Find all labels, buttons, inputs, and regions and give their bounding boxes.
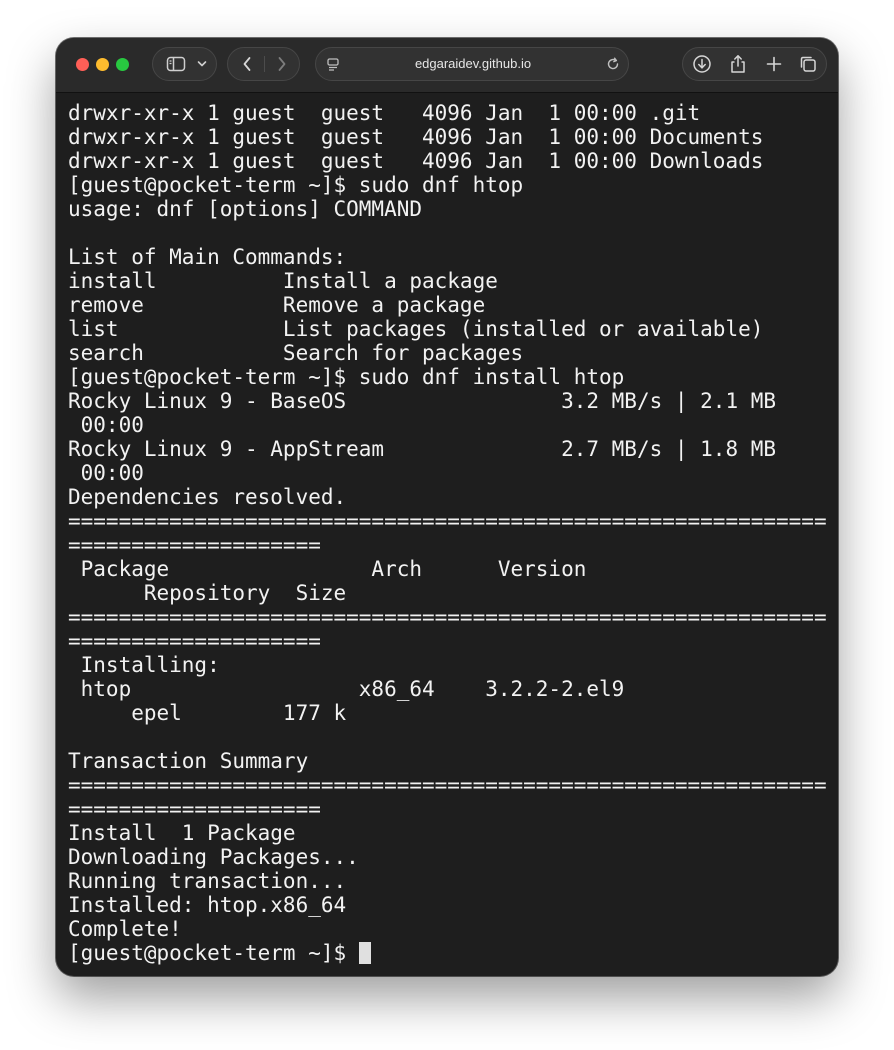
terminal-line: Repository Size: [68, 581, 347, 605]
terminal-line: drwxr-xr-x 1 guest guest 4096 Jan 1 00:0…: [68, 125, 764, 149]
new-tab-button[interactable]: [757, 48, 791, 80]
chevron-left-icon: [242, 56, 252, 72]
terminal-line: ========================================…: [68, 509, 827, 533]
terminal-line: Installed: htop.x86_64: [68, 893, 347, 917]
back-button[interactable]: [230, 48, 264, 80]
terminal-line: ====================: [68, 629, 321, 653]
terminal-line: 00:00: [68, 461, 144, 485]
terminal-output[interactable]: drwxr-xr-x 1 guest guest 4096 Jan 1 00:0…: [68, 101, 834, 971]
terminal-line: Rocky Linux 9 - BaseOS 3.2 MB/s | 2.1 MB: [68, 389, 777, 413]
terminal-line: ====================: [68, 797, 321, 821]
terminal-line: [guest@pocket-term ~]$ sudo dnf htop: [68, 173, 524, 197]
terminal-line: list List packages (installed or availab…: [68, 317, 764, 341]
terminal-line: [guest@pocket-term ~]$ sudo dnf install …: [68, 365, 625, 389]
browser-window: edgaraidev.github.io drwxr-xr-x 1 guest …: [56, 38, 838, 976]
terminal-line: ========================================…: [68, 773, 827, 797]
browser-toolbar: edgaraidev.github.io: [56, 38, 838, 93]
sidebar-toggle-button[interactable]: [161, 48, 191, 80]
tab-group-dropdown[interactable]: [193, 48, 211, 80]
tab-overview-button[interactable]: [791, 48, 825, 80]
terminal-line: Transaction Summary: [68, 749, 309, 773]
minimize-window-button[interactable]: [96, 58, 109, 71]
downloads-button[interactable]: [685, 48, 719, 80]
terminal-line: List of Main Commands:: [68, 245, 347, 269]
terminal-line: install Install a package: [68, 269, 498, 293]
address-bar[interactable]: edgaraidev.github.io: [315, 47, 629, 81]
reload-button[interactable]: [602, 48, 624, 80]
sidebar-icon: [166, 56, 186, 72]
terminal-line: drwxr-xr-x 1 guest guest 4096 Jan 1 00:0…: [68, 149, 764, 173]
terminal-line: Install 1 Package: [68, 821, 296, 845]
terminal-prompt-line[interactable]: [guest@pocket-term ~]$: [68, 941, 834, 965]
forward-button[interactable]: [265, 48, 299, 80]
terminal-line: ========================================…: [68, 605, 827, 629]
chevron-down-icon: [197, 60, 207, 68]
sidebar-toggle-group: [152, 47, 217, 81]
navigation-group: [227, 47, 300, 81]
terminal-line: 00:00: [68, 413, 144, 437]
terminal-line: Package Arch Version: [68, 557, 587, 581]
terminal-line: ====================: [68, 533, 321, 557]
close-window-button[interactable]: [76, 58, 89, 71]
share-icon: [729, 54, 747, 74]
terminal-prompt: [guest@pocket-term ~]$: [68, 941, 359, 965]
tabs-icon: [799, 55, 817, 73]
terminal-line: Running transaction...: [68, 869, 347, 893]
terminal-line: Dependencies resolved.: [68, 485, 347, 509]
terminal-line: Downloading Packages...: [68, 845, 359, 869]
reload-icon: [606, 57, 620, 71]
terminal-line: search Search for packages: [68, 341, 524, 365]
terminal-line: Rocky Linux 9 - AppStream 2.7 MB/s | 1.8…: [68, 437, 777, 461]
terminal-line: usage: dnf [options] COMMAND: [68, 197, 423, 221]
terminal-line: Installing:: [68, 653, 220, 677]
terminal-line: epel 177 k: [68, 701, 347, 725]
share-button[interactable]: [721, 48, 755, 80]
terminal-line: Complete!: [68, 917, 182, 941]
chevron-right-icon: [277, 56, 287, 72]
plus-icon: [766, 56, 782, 72]
download-icon: [692, 54, 712, 74]
terminal-line: drwxr-xr-x 1 guest guest 4096 Jan 1 00:0…: [68, 101, 701, 125]
url-text[interactable]: edgaraidev.github.io: [316, 48, 630, 80]
terminal-line: htop x86_64 3.2.2-2.el9: [68, 677, 625, 701]
toolbar-actions-group: [682, 47, 827, 81]
zoom-window-button[interactable]: [116, 58, 129, 71]
terminal-cursor: [358, 942, 371, 964]
terminal-line: remove Remove a package: [68, 293, 486, 317]
